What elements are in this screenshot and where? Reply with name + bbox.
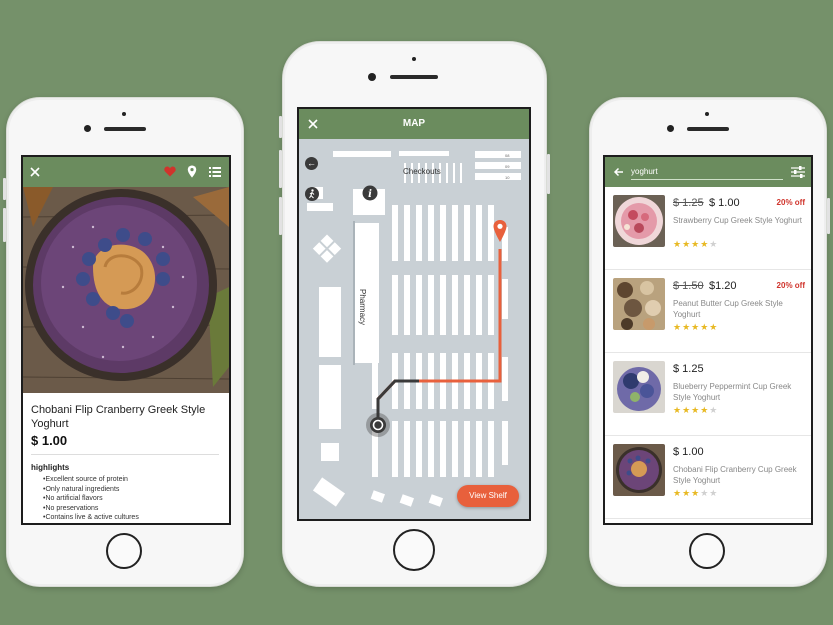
back-arrow-icon[interactable]: ←	[305, 157, 318, 170]
map-title: MAP	[402, 118, 426, 129]
product-name: Strawberry Cup Greek Style Yoghurt	[673, 216, 802, 225]
side-button	[279, 197, 282, 235]
highlights-heading: highlights	[31, 463, 70, 472]
highlights-list: Excellent source of protein Only natural…	[43, 475, 139, 523]
product-thumbnail	[613, 361, 665, 413]
rating-stars: ★★★★★	[673, 239, 719, 249]
home-button[interactable]	[106, 533, 142, 569]
store-map[interactable]: 08 09 10 Checkouts Pharmacy ← i View She…	[299, 139, 529, 519]
search-input[interactable]: yoghurt	[631, 165, 783, 180]
home-button[interactable]	[689, 533, 725, 569]
highlight-item: No artificial flavors	[43, 494, 139, 504]
side-button	[3, 208, 6, 242]
sensor-dot	[412, 57, 416, 61]
product-thumbnail	[613, 195, 665, 247]
store-floorplan: 08 09 10	[307, 151, 521, 507]
sale-price: $ 1.00	[709, 197, 740, 209]
old-price: $ 1.25	[673, 197, 704, 209]
home-button[interactable]	[393, 529, 435, 571]
product-photo	[23, 187, 229, 393]
front-camera	[84, 125, 91, 132]
sensor-dot	[705, 112, 709, 116]
front-camera	[667, 125, 674, 132]
svg-text:09: 09	[505, 164, 510, 169]
side-button	[827, 198, 830, 234]
result-item[interactable]: $ 1.25 Blueberry Peppermint Cup Greek St…	[605, 353, 811, 436]
product-header	[23, 157, 229, 187]
svg-text:10: 10	[505, 175, 510, 180]
side-button	[547, 154, 550, 194]
price: $ 1.25	[673, 363, 704, 375]
earpiece	[687, 127, 729, 131]
view-shelf-button[interactable]: View Shelf	[457, 485, 519, 507]
product-name: Peanut Butter Cup Greek Style Yoghurt	[673, 299, 783, 319]
product-thumbnail	[613, 278, 665, 330]
divider	[31, 454, 219, 455]
svg-text:i: i	[368, 189, 372, 200]
back-arrow-icon[interactable]	[613, 167, 624, 177]
walking-person-icon[interactable]	[305, 187, 319, 201]
info-icon[interactable]: i	[362, 185, 378, 201]
close-icon[interactable]	[30, 167, 40, 177]
svg-text:08: 08	[505, 153, 510, 158]
product-thumbnail	[613, 444, 665, 496]
earpiece	[390, 75, 438, 79]
result-item[interactable]: $ 1.25 $ 1.00 20% off Strawberry Cup Gre…	[605, 187, 811, 270]
current-location-icon	[366, 413, 390, 437]
highlight-item: Excellent source of protein	[43, 475, 139, 485]
search-screen: yoghurt $ 1.25 $ 1.00 20% off Strawberry…	[603, 155, 813, 525]
location-pin-icon[interactable]	[187, 165, 197, 178]
map-screen: MAP 08 09 10 Checkouts Pharmacy ← i View…	[297, 107, 531, 521]
discount-badge: 20% off	[776, 198, 805, 207]
front-camera	[368, 73, 376, 81]
old-price: $ 1.50	[673, 280, 704, 292]
filter-icon[interactable]	[791, 166, 805, 178]
phone-center: MAP 08 09 10 Checkouts Pharmacy ← i View…	[279, 41, 550, 587]
rating-stars: ★★★★★	[673, 322, 719, 332]
product-screen: Chobani Flip Cranberry Greek Style Yoghu…	[21, 155, 231, 525]
earpiece	[104, 127, 146, 131]
result-item[interactable]: $ 1.00 Chobani Flip Cranberry Cup Greek …	[605, 436, 811, 519]
sale-price: $1.20	[709, 280, 737, 292]
sensor-dot	[122, 112, 126, 116]
location-pin-icon	[493, 220, 507, 242]
phone-left: Chobani Flip Cranberry Greek Style Yoghu…	[3, 97, 244, 587]
side-button	[279, 150, 282, 188]
product-price: $ 1.00	[31, 433, 68, 448]
map-header: MAP	[299, 109, 529, 139]
price: $ 1.00	[673, 446, 704, 458]
product-name: Chobani Flip Cranberry Cup Greek Style Y…	[673, 465, 797, 485]
checkouts-label: Checkouts	[403, 167, 441, 176]
discount-badge: 20% off	[776, 281, 805, 290]
rating-stars: ★★★★★	[673, 488, 719, 498]
highlight-item: No preservations	[43, 504, 139, 514]
side-button	[279, 116, 282, 138]
rating-stars: ★★★★★	[673, 405, 719, 415]
list-icon[interactable]	[209, 167, 221, 177]
side-button	[3, 178, 6, 200]
pharmacy-label: Pharmacy	[358, 289, 367, 326]
heart-icon[interactable]	[164, 166, 176, 177]
highlight-item: Only natural ingredients	[43, 485, 139, 495]
search-header: yoghurt	[605, 157, 811, 187]
result-item[interactable]: $ 1.50 $1.20 20% off Peanut Butter Cup G…	[605, 270, 811, 353]
phone-right: yoghurt $ 1.25 $ 1.00 20% off Strawberry…	[589, 97, 830, 587]
product-name: Blueberry Peppermint Cup Greek Style Yog…	[673, 382, 792, 402]
highlight-item: Contains live & active cultures	[43, 513, 138, 523]
product-title: Chobani Flip Cranberry Greek Style Yoghu…	[31, 404, 206, 430]
